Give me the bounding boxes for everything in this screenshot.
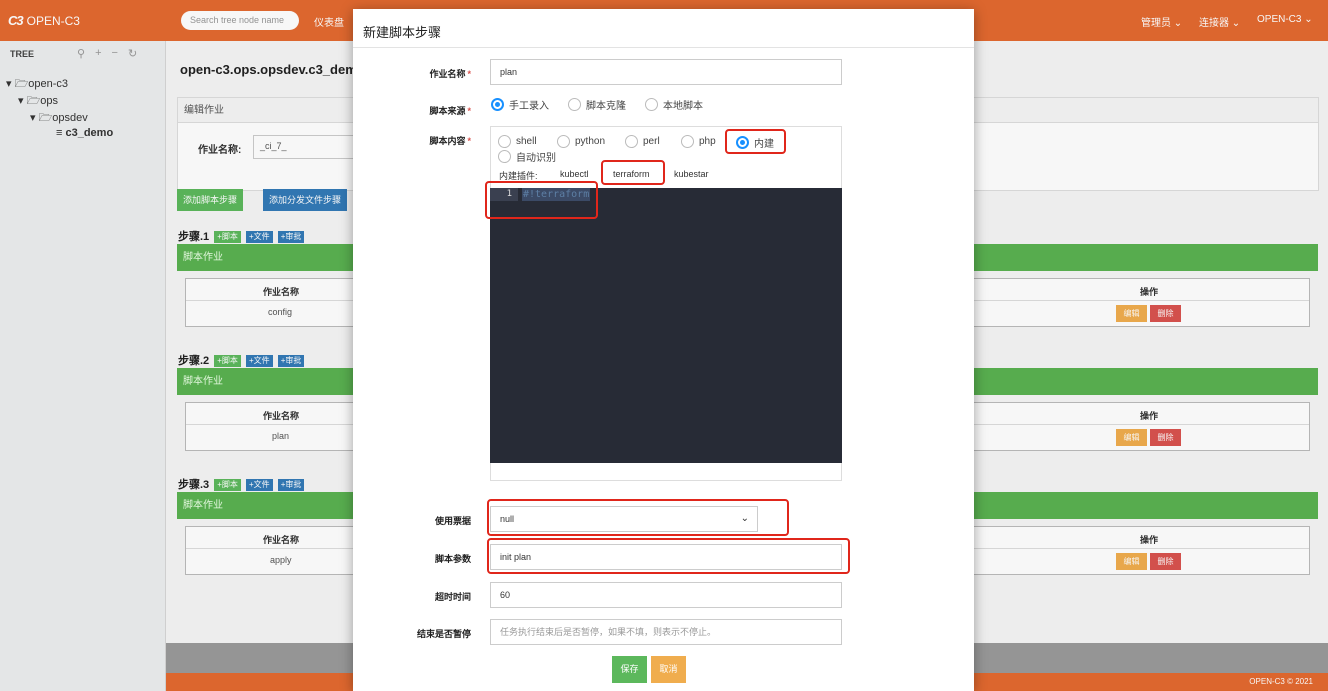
label-text: 作业名称 (429, 69, 466, 79)
radio-checked-icon (491, 98, 504, 111)
cancel-button[interactable]: 取消 (651, 656, 686, 683)
radio-label: 手工录入 (509, 101, 549, 112)
radio-label: 自动识别 (516, 153, 556, 164)
code-editor[interactable]: 1 #!terraform (490, 188, 842, 463)
lang-radio-python[interactable]: python (557, 135, 605, 148)
label-text: 脚本内容 (429, 136, 466, 146)
radio-label: python (575, 136, 606, 147)
script-content-label: 脚本内容 * (353, 134, 471, 147)
highlight-box (485, 181, 598, 219)
job-name-input[interactable]: plan (490, 59, 842, 85)
lang-radio-php[interactable]: php (681, 135, 716, 148)
plugin-kubestar[interactable]: kubestar (674, 169, 709, 179)
lang-radio-shell[interactable]: shell (498, 135, 537, 148)
required-mark: * (467, 106, 471, 116)
radio-icon (498, 150, 511, 163)
timeout-input[interactable]: 60 (490, 582, 842, 608)
radio-label: shell (516, 136, 537, 147)
timeout-label: 超时时间 (434, 592, 471, 602)
radio-label: 本地脚本 (663, 101, 703, 112)
highlight-box (725, 129, 786, 154)
radio-label: php (699, 136, 716, 147)
script-source-label: 脚本来源 * (353, 104, 471, 117)
highlight-box (487, 499, 789, 536)
save-button[interactable]: 保存 (612, 656, 647, 683)
highlight-box (487, 538, 850, 574)
radio-icon (568, 98, 581, 111)
job-name-label: 作业名称 * (353, 67, 471, 80)
source-radio-clone[interactable]: 脚本克隆 (568, 97, 626, 112)
ticket-label: 使用票据 (434, 516, 471, 526)
radio-label: perl (643, 136, 660, 147)
divider (353, 47, 974, 48)
highlight-box (601, 160, 665, 185)
radio-icon (498, 135, 511, 148)
script-params-label: 脚本参数 (434, 554, 471, 564)
dialog-title: 新建脚本步骤 (363, 25, 442, 40)
radio-icon (681, 135, 694, 148)
radio-icon (645, 98, 658, 111)
pause-label: 结束是否暂停 (416, 629, 471, 639)
required-mark: * (467, 136, 471, 146)
new-script-step-dialog: 新建脚本步骤 作业名称 * plan 脚本来源 * 手工录入 脚本克隆 本地脚本 脚… (353, 9, 974, 691)
radio-label: 脚本克隆 (586, 101, 626, 112)
label-text: 脚本来源 (429, 106, 466, 116)
radio-icon (625, 135, 638, 148)
source-radio-local[interactable]: 本地脚本 (645, 97, 703, 112)
source-radio-manual[interactable]: 手工录入 (491, 97, 549, 112)
radio-icon (557, 135, 570, 148)
pause-input[interactable]: 任务执行结束后是否暂停，如果不填，则表示不停止。 (490, 619, 842, 645)
plugin-kubectl[interactable]: kubectl (560, 169, 589, 179)
lang-radio-perl[interactable]: perl (625, 135, 660, 148)
lang-radio-auto[interactable]: 自动识别 (498, 149, 556, 164)
required-mark: * (467, 69, 471, 79)
